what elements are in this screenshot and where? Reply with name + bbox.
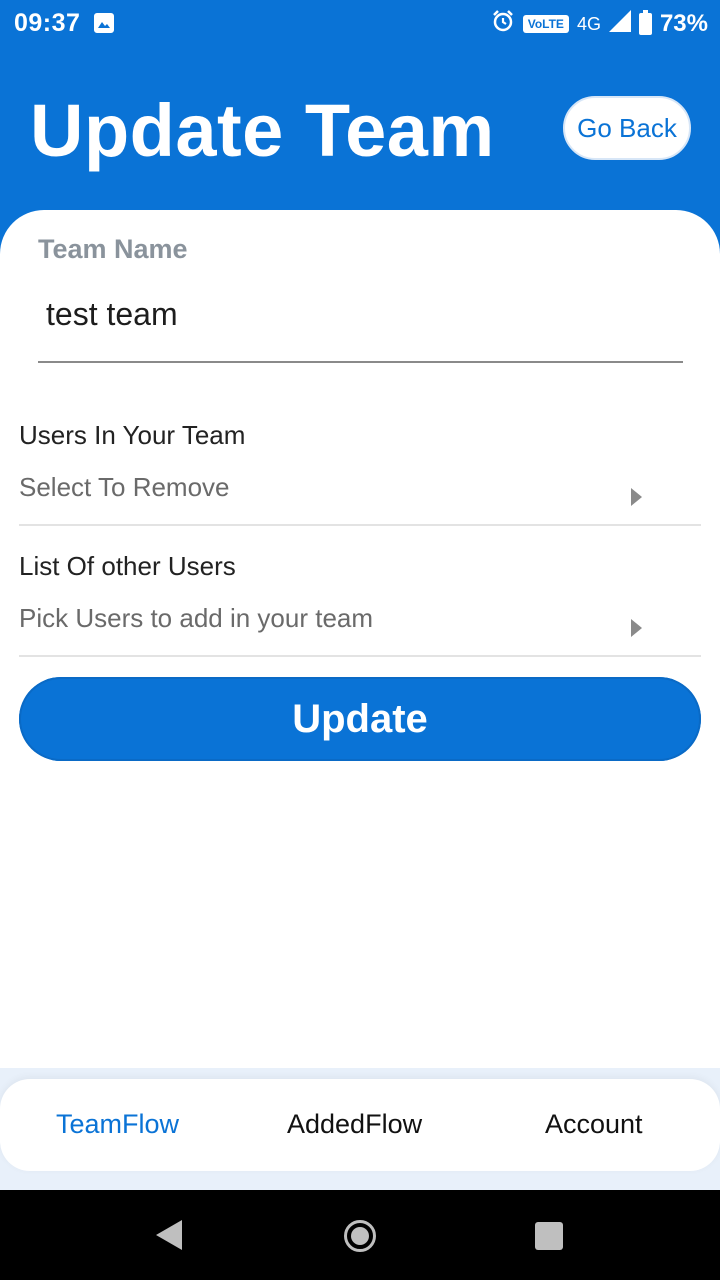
team-name-input[interactable]: test team [46,296,178,333]
network-type: 4G [576,13,601,34]
battery-icon [638,10,652,35]
back-icon[interactable] [156,1220,182,1250]
recents-icon[interactable] [535,1222,563,1250]
volte-badge: VoLTE [522,15,569,33]
nav-tab-addedflow[interactable]: AddedFlow [287,1109,422,1140]
team-name-label: Team Name [38,234,188,264]
users-remove-placeholder: Select To Remove [19,472,230,502]
status-indicators: VoLTE 4G 73% [491,9,708,39]
bottom-nav: TeamFlow AddedFlow Account [0,1079,720,1171]
other-users-title: List Of other Users [19,551,236,581]
caret-right-icon [631,619,642,637]
system-nav-bar [0,1190,720,1280]
battery-percentage: 73% [659,10,708,37]
other-users-dropdown[interactable]: Pick Users to add in your team [19,595,701,657]
users-in-team-title: Users In Your Team [19,420,246,450]
alarm-icon [491,9,515,40]
signal-icon [608,9,631,39]
status-time: 09:37 [14,9,81,37]
users-remove-dropdown[interactable]: Select To Remove [19,464,701,526]
update-button[interactable]: Update [19,677,701,761]
page-title: Update Team [30,89,495,172]
caret-right-icon [631,488,642,506]
image-icon [94,13,114,33]
home-icon[interactable] [344,1220,376,1252]
go-back-button[interactable]: Go Back [563,96,691,160]
nav-tab-teamflow[interactable]: TeamFlow [56,1109,179,1140]
status-bar: 09:37 VoLTE 4G 73% [0,0,720,48]
nav-tab-account[interactable]: Account [545,1109,643,1140]
team-name-underline [38,361,683,363]
other-users-placeholder: Pick Users to add in your team [19,603,374,633]
